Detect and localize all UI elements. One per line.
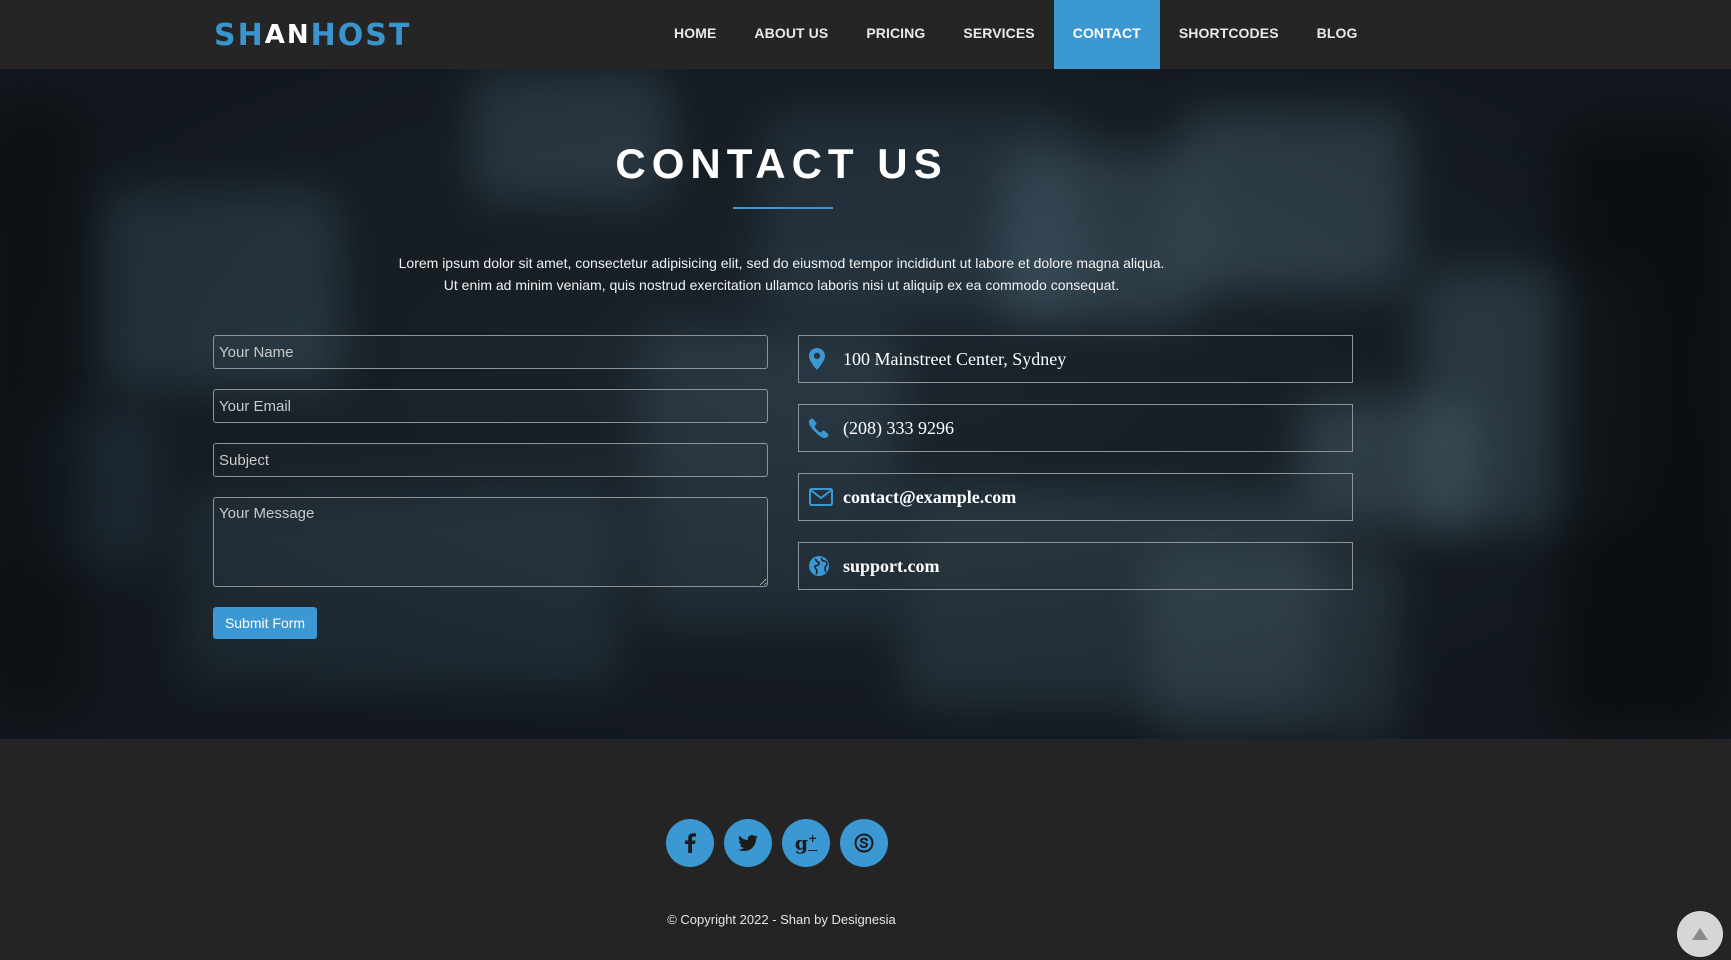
- nav-pricing[interactable]: PRICING: [847, 0, 944, 69]
- nav-shortcodes[interactable]: SHORTCODES: [1160, 0, 1298, 69]
- logo-part-2: AN: [264, 20, 311, 50]
- address-text: 100 Mainstreet Center, Sydney: [843, 348, 1067, 369]
- navbar: SH AN HOST HOME ABOUT US PRICING SERVICES …: [0, 0, 1731, 69]
- logo-part-1: SH: [214, 17, 265, 53]
- nav-about-us[interactable]: ABOUT US: [735, 0, 847, 69]
- email-input[interactable]: [213, 389, 768, 423]
- copyright-text: © Copyright 2022 - Shan by Designesia: [667, 912, 896, 927]
- globe-icon: [809, 554, 837, 578]
- skype-icon[interactable]: [840, 819, 888, 867]
- phone-icon: [809, 416, 837, 440]
- website-box: support.com: [798, 542, 1353, 590]
- message-textarea[interactable]: [213, 497, 768, 587]
- envelope-icon: [809, 485, 837, 509]
- nav-home[interactable]: HOME: [655, 0, 735, 69]
- address-box: 100 Mainstreet Center, Sydney: [798, 335, 1353, 383]
- back-to-top-button[interactable]: [1677, 911, 1723, 957]
- phone-box: (208) 333 9296: [798, 404, 1353, 452]
- intro-line-1: Lorem ipsum dolor sit amet, consectetur …: [398, 255, 1165, 271]
- phone-text: (208) 333 9296: [843, 417, 954, 438]
- arrow-up-icon: [1692, 928, 1708, 940]
- nav-services[interactable]: SERVICES: [944, 0, 1053, 69]
- subject-input[interactable]: [213, 443, 768, 477]
- social-links: g+: [666, 819, 888, 867]
- email-text[interactable]: contact@example.com: [843, 487, 1016, 508]
- nav-blog[interactable]: BLOG: [1298, 0, 1377, 69]
- intro-text: Lorem ipsum dolor sit amet, consectetur …: [300, 252, 1263, 296]
- google-plus-icon[interactable]: g+: [782, 819, 830, 867]
- email-box: contact@example.com: [798, 473, 1353, 521]
- intro-line-2: Ut enim ad minim veniam, quis nostrud ex…: [443, 277, 1120, 293]
- map-marker-icon: [809, 347, 837, 371]
- title-underline: [733, 207, 833, 209]
- name-input[interactable]: [213, 335, 768, 369]
- facebook-icon[interactable]: [666, 819, 714, 867]
- submit-button[interactable]: Submit Form: [213, 607, 317, 639]
- twitter-icon[interactable]: [724, 819, 772, 867]
- website-text[interactable]: support.com: [843, 556, 940, 577]
- nav-contact[interactable]: CONTACT: [1053, 0, 1160, 69]
- page-title: CONTACT US: [615, 140, 948, 187]
- logo[interactable]: SH AN HOST: [214, 17, 412, 53]
- logo-part-3: HOST: [310, 17, 412, 53]
- footer: g+ © Copyright 2022 - Shan by Designesia: [0, 739, 1731, 960]
- main-nav: HOME ABOUT US PRICING SERVICES CONTACT S…: [655, 0, 1376, 69]
